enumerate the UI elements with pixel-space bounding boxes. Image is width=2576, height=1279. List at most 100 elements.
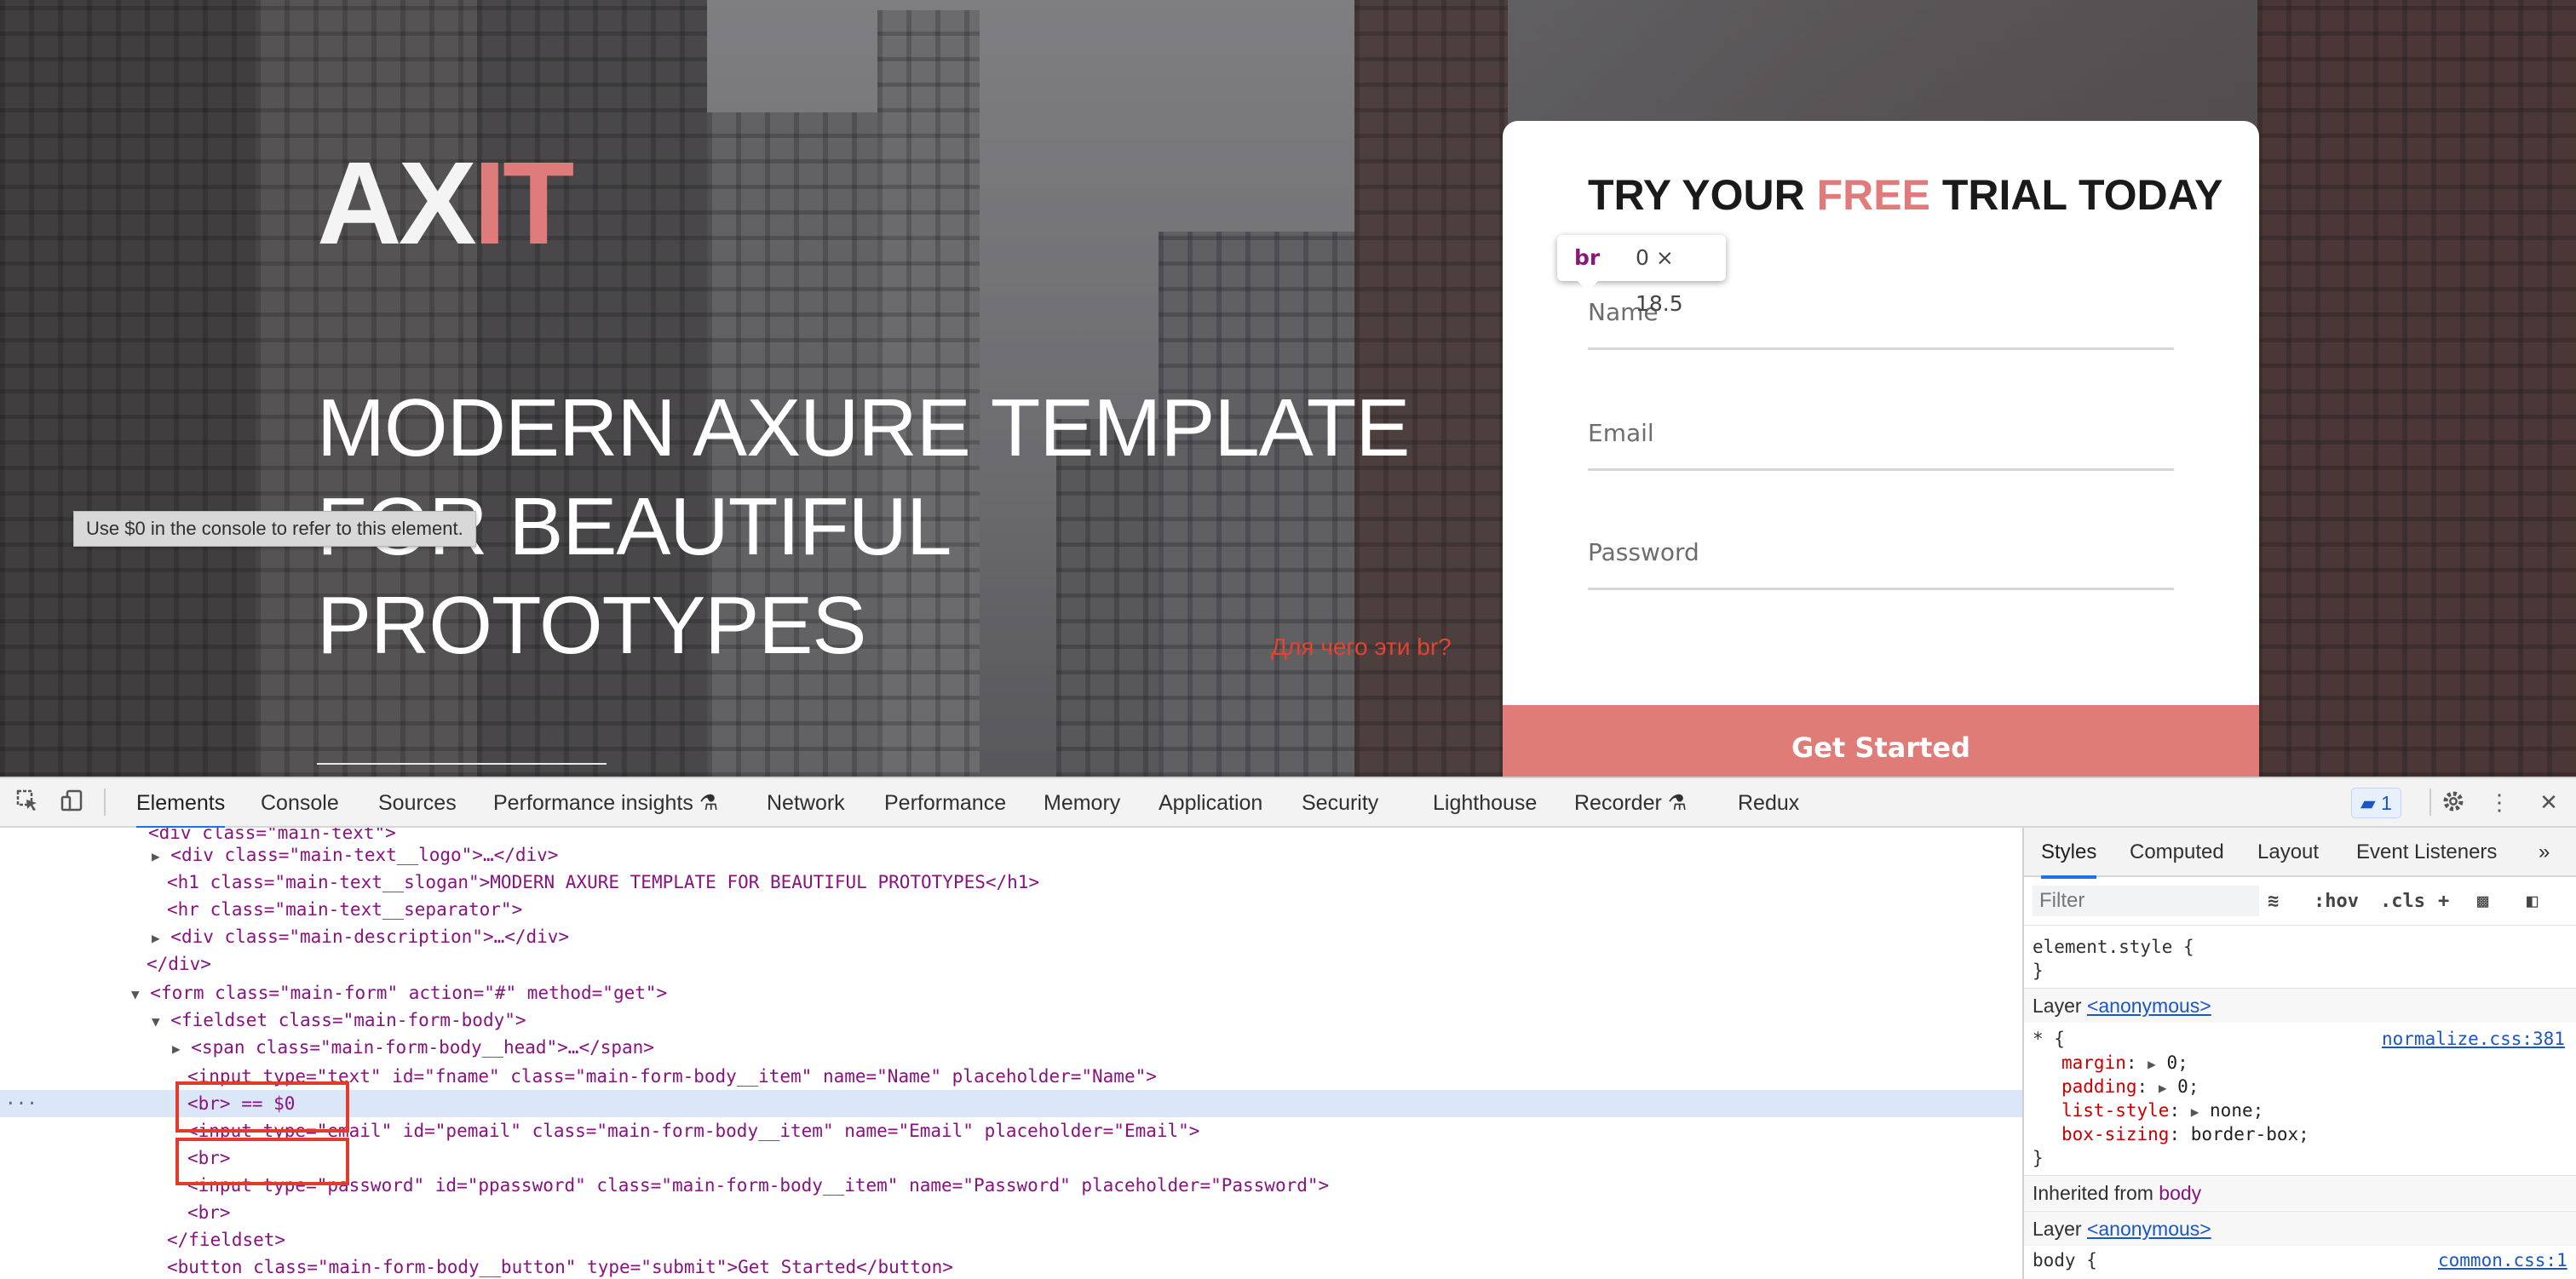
issues-badge[interactable]: ▰ 1	[2351, 788, 2401, 818]
form-heading: TRY YOUR FREE TRIAL TODAY	[1588, 170, 2223, 220]
tab-security[interactable]: Security	[1302, 778, 1378, 826]
expand-triangle-icon[interactable]: ▶	[152, 930, 160, 946]
css-declaration[interactable]: list-style: ▶ none;	[2061, 1098, 2263, 1122]
tab-redux[interactable]: Redux	[1738, 778, 1799, 826]
logo: AXIT	[317, 145, 574, 262]
page-slogan: MODERN AXURE TEMPLATE FOR BEAUTIFUL PROT…	[317, 382, 1410, 671]
inherited-row: Inherited from body	[2024, 1175, 2576, 1210]
toggle-sidebar-icon[interactable]: ◧	[2527, 889, 2538, 915]
styles-filter-row: ≋ :hov .cls + ▩ ◧	[2024, 877, 2576, 926]
dom-line[interactable]: <hr class="main-text__separator">	[0, 896, 2022, 923]
tab-styles[interactable]: Styles	[2041, 828, 2097, 879]
expand-triangle-icon[interactable]: ▶	[2191, 1104, 2199, 1120]
tab-recorder-label: Recorder	[1574, 791, 1662, 815]
layer-row: Layer <anonymous>	[2024, 1211, 2576, 1246]
message-icon: ▰	[2360, 792, 2376, 814]
inspect-tooltip: br 0 × 18.5	[1557, 235, 1726, 316]
tab-network[interactable]: Network	[767, 778, 845, 826]
gear-icon[interactable]	[2440, 789, 2467, 816]
password-field	[1588, 526, 2174, 590]
highlight-box	[175, 1138, 349, 1185]
close-icon[interactable]: ✕	[2535, 789, 2562, 816]
dom-line[interactable]: ▶ <div class="main-text__logo">…</div>	[0, 841, 2022, 869]
get-started-button[interactable]: Get Started	[1503, 705, 2259, 777]
element-style-selector[interactable]: element.style {	[2033, 935, 2194, 959]
rule-selector[interactable]: body {	[2033, 1248, 2097, 1272]
css-value: 0	[2177, 1076, 2188, 1097]
password-input[interactable]	[1588, 526, 2174, 577]
add-rule-icon[interactable]: +	[2438, 889, 2449, 915]
rule-source-link[interactable]: normalize.css:381	[2382, 1027, 2565, 1051]
dom-line-text: <hr class="main-text__separator">	[167, 899, 523, 920]
tab-performance-insights-label: Performance insights	[493, 791, 693, 815]
css-property: list-style	[2061, 1100, 2170, 1121]
logo-accent: IT	[473, 138, 575, 269]
more-tabs-icon[interactable]: »	[2539, 828, 2550, 875]
tab-recorder[interactable]: Recorder ⚗	[1574, 778, 1687, 826]
trial-form: TRY YOUR FREE TRIAL TODAY Get Started	[1503, 121, 2259, 777]
expand-triangle-icon[interactable]: ▶	[172, 1041, 181, 1057]
toggle-renderings-icon[interactable]: ≋	[2268, 889, 2279, 915]
tab-performance[interactable]: Performance	[884, 778, 1006, 826]
tab-computed[interactable]: Computed	[2130, 828, 2224, 875]
tab-lighthouse[interactable]: Lighthouse	[1433, 778, 1537, 826]
expand-triangle-icon[interactable]: ▶	[152, 848, 160, 864]
dom-line[interactable]: ▼ <fieldset class="main-form-body">	[0, 1007, 2022, 1034]
dom-line-text: <span class="main-form-body__head">…</sp…	[191, 1037, 654, 1058]
inspect-tooltip-arrow	[1578, 281, 1598, 291]
tab-elements[interactable]: Elements	[136, 778, 226, 829]
dom-line[interactable]: <br>	[0, 1199, 2022, 1226]
tab-layout[interactable]: Layout	[2257, 828, 2319, 875]
dom-line[interactable]: ▶ <div class="main-description">…</div>	[0, 923, 2022, 950]
inspect-element-icon[interactable]	[14, 789, 41, 816]
dom-line[interactable]: <h1 class="main-text__slogan">MODERN AXU…	[0, 869, 2022, 896]
dom-line[interactable]: ▶ <span class="main-form-body__head">…</…	[0, 1034, 2022, 1061]
inherited-from-link[interactable]: body	[2159, 1182, 2201, 1204]
dom-line-text: <button class="main-form-body__button" t…	[167, 1257, 953, 1277]
tab-console[interactable]: Console	[261, 778, 339, 826]
elements-tree: <div class="main-text"> ▶ <div class="ma…	[0, 828, 2022, 1279]
tabbar-divider	[2429, 789, 2431, 816]
issues-count: 1	[2381, 792, 2392, 814]
more-options-icon[interactable]: ⋮	[2486, 789, 2513, 816]
class-button[interactable]: .cls	[2380, 889, 2425, 915]
annotation-text: Для чего эти br?	[1271, 634, 1452, 660]
form-heading-start: TRY YOUR	[1588, 171, 1817, 219]
tab-sources[interactable]: Sources	[378, 778, 457, 826]
device-toolbar-icon[interactable]	[58, 789, 85, 816]
css-declaration[interactable]: padding: ▶ 0;	[2061, 1075, 2199, 1098]
tab-memory[interactable]: Memory	[1044, 778, 1120, 826]
tab-performance-insights[interactable]: Performance insights ⚗	[493, 778, 718, 826]
more-dots-icon[interactable]: ···	[5, 1090, 37, 1117]
dom-line-text: <form class="main-form" action="#" metho…	[150, 983, 668, 1003]
expand-triangle-icon[interactable]: ▶	[2148, 1056, 2156, 1072]
expand-triangle-icon[interactable]: ▶	[2159, 1080, 2167, 1096]
form-heading-free: FREE	[1816, 171, 1930, 219]
inherited-label: Inherited from	[2033, 1182, 2153, 1204]
layer-link[interactable]: <anonymous>	[2087, 995, 2211, 1017]
tab-application[interactable]: Application	[1159, 778, 1262, 826]
dom-line[interactable]: </fieldset>	[0, 1226, 2022, 1253]
closing-brace: }	[2033, 1148, 2044, 1168]
tab-event-listeners[interactable]: Event Listeners	[2356, 828, 2497, 875]
dom-line-text: <fieldset class="main-form-body">	[170, 1010, 526, 1030]
slogan-separator	[317, 763, 607, 765]
dom-line[interactable]: <button class="main-form-body__button" t…	[0, 1253, 2022, 1279]
css-declaration[interactable]: margin: ▶ 0;	[2061, 1051, 2188, 1075]
styles-filter-input[interactable]	[2033, 886, 2259, 916]
email-input[interactable]	[1588, 407, 2174, 458]
collapse-triangle-icon[interactable]: ▼	[152, 1013, 160, 1030]
hover-state-button[interactable]: :hov	[2314, 889, 2359, 915]
paint-roller-icon[interactable]: ▩	[2477, 889, 2488, 915]
dom-line[interactable]: </div>	[0, 950, 2022, 978]
dom-line-text: <br>	[187, 1202, 231, 1223]
dom-line[interactable]: ▼ <form class="main-form" action="#" met…	[0, 979, 2022, 1007]
layer-link[interactable]: <anonymous>	[2087, 1218, 2211, 1240]
dom-line-text: </fieldset>	[167, 1230, 286, 1250]
email-field	[1588, 407, 2174, 471]
collapse-triangle-icon[interactable]: ▼	[131, 986, 140, 1002]
css-declaration[interactable]: box-sizing: border-box;	[2061, 1122, 2309, 1146]
css-value: border-box	[2190, 1124, 2299, 1144]
rule-selector[interactable]: * {	[2033, 1027, 2065, 1051]
rule-source-link[interactable]: common.css:1	[2438, 1248, 2567, 1272]
